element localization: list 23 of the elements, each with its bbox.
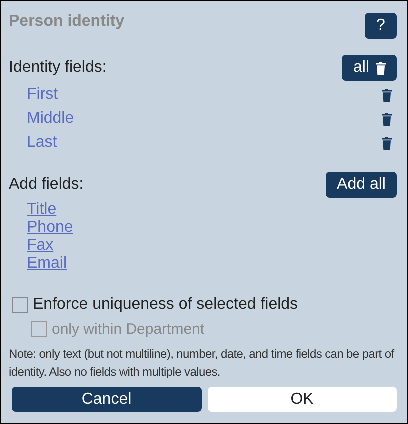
identity-field[interactable]: First — [27, 86, 58, 104]
trash-icon[interactable] — [382, 136, 392, 150]
identity-field[interactable]: Middle — [27, 110, 74, 128]
field-link[interactable]: Title — [27, 201, 57, 219]
checkbox-label: Enforce uniqueness of selected fields — [33, 296, 298, 314]
remove-all-button[interactable]: all — [342, 55, 397, 81]
dialog-button[interactable]: Cancel — [12, 387, 202, 412]
field-link[interactable]: Fax — [27, 237, 54, 255]
section-label: Add fields: — [9, 176, 84, 194]
dialog-title: Person identity — [9, 13, 125, 31]
identity-field[interactable]: Last — [27, 134, 58, 152]
field-link[interactable]: Email — [27, 255, 68, 273]
dialog-button[interactable]: OK — [208, 387, 397, 412]
note-text: Note: only text (but not multiline), number, date, and time fields can be part of identity. Also no fields with multiple values. — [9, 346, 396, 381]
add-all-button[interactable]: Add all — [326, 172, 397, 198]
trash-icon — [376, 62, 386, 74]
help-button[interactable]: ? — [365, 13, 397, 39]
section-label: Identity fields: — [9, 59, 107, 77]
field-link[interactable]: Phone — [27, 219, 74, 237]
trash-icon[interactable] — [382, 88, 392, 102]
checkbox-label: only within Department — [52, 320, 205, 338]
trash-icon[interactable] — [382, 112, 392, 126]
checkbox[interactable] — [12, 297, 28, 313]
